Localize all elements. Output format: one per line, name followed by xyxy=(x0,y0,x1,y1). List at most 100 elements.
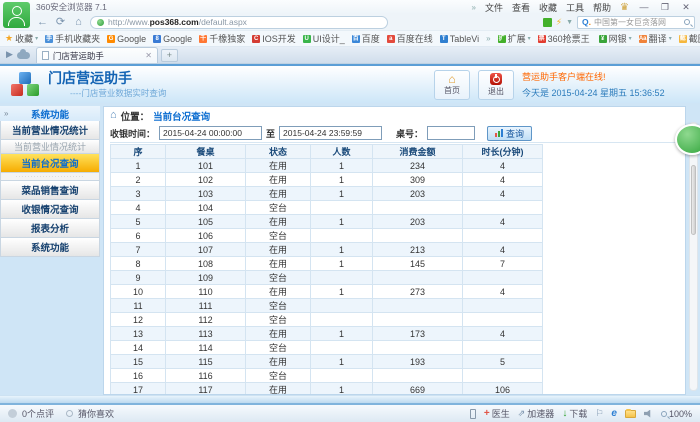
toolbar-plugin-item[interactable]: Aa 翻译 ▾ xyxy=(639,32,672,45)
caret-down-icon: ▾ xyxy=(629,35,632,42)
menu-overflow-chevron[interactable]: » xyxy=(472,3,476,12)
doctor-button[interactable]: +医生 xyxy=(484,407,510,420)
sidebar-menu-item[interactable]: 报表分析 xyxy=(0,219,100,238)
search-input[interactable]: Q. 中国第一女巨贪落网 xyxy=(577,16,695,29)
folder-icon[interactable] xyxy=(625,410,636,418)
cell-index: 9 xyxy=(111,271,166,285)
menu-view[interactable]: 查看 xyxy=(512,1,530,14)
scrollbar-thumb[interactable] xyxy=(691,165,696,235)
suggest-label[interactable]: 猜你喜欢 xyxy=(78,407,114,420)
vertical-scrollbar[interactable] xyxy=(689,122,698,391)
cell-table-no: 113 xyxy=(166,327,246,341)
toolbar-plugin-item[interactable]: 截 截图 ▾ xyxy=(679,32,700,45)
toolbar-plugin-item[interactable]: ¥ 网银 ▾ xyxy=(599,32,632,45)
sidebar-menu-item[interactable]: 收银情况查询 xyxy=(0,200,100,219)
bookmark-item[interactable]: 百 百度 xyxy=(352,32,380,45)
menu-help[interactable]: 帮助 xyxy=(593,1,611,14)
sidebar-menu-item[interactable]: 系统功能 xyxy=(0,238,100,257)
cell-guests: 1 xyxy=(311,355,373,369)
suggest-icon[interactable] xyxy=(66,410,73,417)
addressbar-right-group: ⚡ ▼ Q. 中国第一女巨贪落网 xyxy=(543,16,695,29)
cell-duration xyxy=(463,313,543,327)
search-engine-icon: Q. xyxy=(582,17,591,27)
reviews-count[interactable]: 0个点评 xyxy=(22,407,54,420)
tab-active[interactable]: 门店营运助手 ✕ xyxy=(36,47,158,63)
cell-guests: 1 xyxy=(311,257,373,271)
cell-duration xyxy=(463,299,543,313)
zoom-control[interactable]: 100% xyxy=(661,409,692,419)
url-field[interactable]: http://www.pos368.com/default.aspx xyxy=(90,16,388,29)
booster-button[interactable]: ⇗加速器 xyxy=(518,407,555,420)
toolbar-plugins: 扩 扩展 ▾ 票 360抢票王 ¥ 网银 ▾ Aa xyxy=(498,32,700,45)
query-button[interactable]: 查询 xyxy=(487,126,532,141)
chevron-down-icon[interactable]: ▼ xyxy=(566,19,573,26)
search-hotword[interactable]: 中国第一女巨贪落网 xyxy=(594,17,681,28)
refresh-icon[interactable]: ⟳ xyxy=(54,16,67,28)
close-button[interactable]: ✕ xyxy=(680,2,692,13)
extension-icon[interactable] xyxy=(543,18,552,27)
date-time-text: 今天是 2015-04-24 星期五 15:36:52 xyxy=(522,86,676,99)
sidebar-menu-item[interactable]: 当前营业情况统计 xyxy=(0,140,100,154)
toolbar-plugin-item[interactable]: 票 360抢票王 xyxy=(538,32,592,45)
sidebar-header[interactable]: » 系统功能 xyxy=(0,106,100,121)
bookmark-item[interactable]: U UI设计_ xyxy=(303,32,345,45)
cell-duration: 4 xyxy=(463,173,543,187)
mobile-icon[interactable] xyxy=(470,409,476,419)
bookmark-item[interactable]: 8 Google xyxy=(153,32,192,45)
breadcrumb-home-icon[interactable]: ⌂ xyxy=(110,110,117,121)
user-avatar-icon[interactable] xyxy=(3,2,30,28)
exit-button[interactable]: 退出 xyxy=(478,70,514,100)
cell-guests: 1 xyxy=(311,327,373,341)
flag-icon[interactable]: ⚐ xyxy=(595,408,603,419)
restore-session-icon[interactable]: ▶ xyxy=(6,49,13,60)
bookmark-item[interactable]: C IOS开发 xyxy=(252,32,296,45)
cloud-sync-icon[interactable] xyxy=(17,52,30,59)
menu-tools[interactable]: 工具 xyxy=(566,1,584,14)
cell-duration xyxy=(463,201,543,215)
time-from-input[interactable] xyxy=(159,126,262,140)
menu-file[interactable]: 文件 xyxy=(485,1,503,14)
cell-status: 在用 xyxy=(246,383,311,396)
ie-compat-icon[interactable]: e xyxy=(611,408,617,419)
desk-number-input[interactable] xyxy=(427,126,475,140)
time-to-input[interactable] xyxy=(279,126,382,140)
menu-favorites[interactable]: 收藏 xyxy=(539,1,557,14)
cell-guests xyxy=(311,313,373,327)
sidebar-item-label: 当前台况查询 xyxy=(21,156,78,170)
doctor-label: 医生 xyxy=(492,407,510,420)
sidebar-menu-item[interactable]: 菜品销售查询 xyxy=(0,181,100,200)
table-row: 9 109 空台 xyxy=(111,271,543,285)
bookmark-item[interactable]: 手 手机收藏夹 xyxy=(45,32,100,45)
vip-crown-icon[interactable]: ♛ xyxy=(620,2,629,13)
sidebar-menu-item[interactable]: 当前台况查询 xyxy=(0,154,100,173)
speaker-icon[interactable] xyxy=(644,410,653,418)
bookmark-item[interactable]: G Google xyxy=(107,32,146,45)
sidebar-menu-item[interactable]: 当前营业情况统计 xyxy=(0,121,100,140)
favorites-button[interactable]: ★ 收藏 ▾ xyxy=(5,32,38,45)
bookmark-item[interactable]: 千 千橡独家 xyxy=(199,32,245,45)
new-tab-button[interactable]: + xyxy=(161,49,178,62)
sidebar-menu-item[interactable]: ······················· xyxy=(0,173,100,181)
toolbar-plugin-item[interactable]: 扩 扩展 ▾ xyxy=(498,32,531,45)
home-icon[interactable]: ⌂ xyxy=(72,16,85,28)
download-button[interactable]: ↓下载 xyxy=(562,407,587,420)
main-panel: ⌂ 位置： 当前台况查询 收银时间： 至 桌号： 查询 xyxy=(103,106,686,395)
minimize-button[interactable]: — xyxy=(638,2,650,12)
restore-button[interactable]: ❐ xyxy=(659,2,671,13)
cell-index: 11 xyxy=(111,299,166,313)
tab-close-icon[interactable]: ✕ xyxy=(145,51,152,60)
comment-icon[interactable] xyxy=(8,409,17,418)
back-icon[interactable]: ← xyxy=(36,16,49,28)
bookmark-item[interactable]: a 百度在线 xyxy=(387,32,433,45)
bookmarks-overflow-chevron[interactable]: » xyxy=(486,34,490,43)
bookmark-item[interactable]: T TableVi xyxy=(440,32,479,45)
rocket-icon: ⇗ xyxy=(518,408,526,419)
home-page-button[interactable]: ⌂ 首页 xyxy=(434,70,470,100)
speed-mode-icon[interactable]: ⚡ xyxy=(556,17,562,28)
search-icon[interactable] xyxy=(684,19,690,25)
booster-label: 加速器 xyxy=(527,407,554,420)
cell-amount: 669 xyxy=(373,383,463,396)
collapse-icon[interactable]: » xyxy=(4,109,8,118)
cell-amount: 213 xyxy=(373,243,463,257)
column-header: 状态 xyxy=(246,145,311,159)
